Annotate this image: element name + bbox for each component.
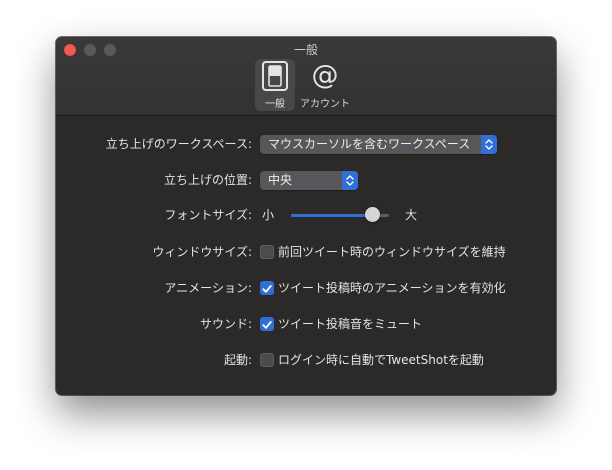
startup-label: 起動: (223, 353, 252, 367)
launch-position-popup[interactable]: 中央 (260, 171, 358, 190)
checkmark-icon (260, 281, 274, 300)
animation-checkbox-label[interactable]: ツイート投稿時のアニメーションを有効化 (278, 276, 506, 300)
launch-workspace-popup[interactable]: マウスカーソルを含むワークスペース (260, 135, 497, 154)
setting-row-window-size: ウィンドウサイズ: 前回ツイート時のウィンドウサイズを維持 (56, 240, 556, 264)
window-title: 一般 (293, 43, 318, 57)
font-size-slider-knob[interactable] (364, 207, 380, 222)
animation-checkbox[interactable] (260, 281, 274, 295)
toolbar-tab-general[interactable]: 一般 (255, 59, 295, 111)
titlebar: 一般 一般 @ アカウント (56, 37, 556, 116)
animation-label: アニメーション: (164, 281, 252, 295)
launch-workspace-label: 立ち上げのワークスペース: (105, 137, 252, 151)
sound-checkbox[interactable] (260, 317, 274, 331)
toolbar-tab-account-label: アカウント (300, 99, 350, 110)
launch-position-value: 中央 (268, 173, 293, 187)
chevron-updown-icon (481, 135, 497, 154)
font-size-max-label: 大 (405, 208, 418, 222)
switch-icon (262, 61, 288, 91)
sound-checkbox-label[interactable]: ツイート投稿音をミュート (278, 312, 422, 336)
toolbar-tab-account[interactable]: @ アカウント (298, 59, 352, 111)
setting-row-launch-workspace: 立ち上げのワークスペース: マウスカーソルを含むワークスペース (56, 132, 556, 156)
chevron-updown-icon (342, 171, 358, 190)
toolbar-tab-general-label: 一般 (265, 99, 285, 110)
window-size-label: ウィンドウサイズ: (152, 245, 252, 259)
launch-position-label: 立ち上げの位置: (163, 173, 252, 187)
startup-checkbox[interactable] (260, 353, 274, 367)
startup-checkbox-label[interactable]: ログイン時に自動でTweetShotを起動 (278, 348, 484, 372)
setting-row-launch-position: 立ち上げの位置: 中央 (56, 168, 556, 192)
setting-row-startup: 起動: ログイン時に自動でTweetShotを起動 (56, 348, 556, 372)
at-sign-icon: @ (311, 60, 339, 91)
setting-row-font-size: フォントサイズ: 小 大 (56, 203, 556, 227)
checkmark-icon (260, 317, 274, 336)
font-size-slider-fill (291, 214, 373, 217)
sound-label: サウンド: (199, 317, 252, 331)
setting-row-animation: アニメーション: ツイート投稿時のアニメーションを有効化 (56, 276, 556, 300)
preferences-window: 一般 一般 @ アカウント 立ち上げのワークスペース: マウスカーソルを含むワー… (56, 37, 556, 395)
font-size-label: フォントサイズ: (164, 208, 252, 222)
window-size-checkbox[interactable] (260, 245, 274, 259)
setting-row-sound: サウンド: ツイート投稿音をミュート (56, 312, 556, 336)
font-size-min-label: 小 (262, 208, 275, 222)
launch-workspace-value: マウスカーソルを含むワークスペース (268, 137, 471, 151)
window-size-checkbox-label[interactable]: 前回ツイート時のウィンドウサイズを維持 (278, 240, 506, 264)
